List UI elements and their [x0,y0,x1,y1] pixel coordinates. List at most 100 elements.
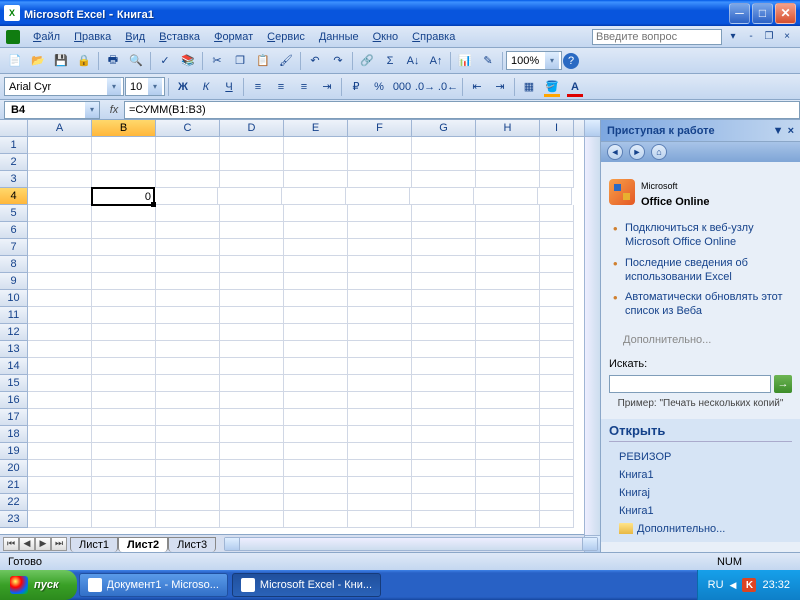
cell-A23[interactable] [28,511,92,528]
comma-style-icon[interactable]: 000 [391,76,413,98]
row-header-17[interactable]: 17 [0,409,28,426]
cell-A1[interactable] [28,137,92,154]
cell-A15[interactable] [28,375,92,392]
currency-icon[interactable]: ₽ [345,76,367,98]
cell-I18[interactable] [540,426,574,443]
font-name-combo[interactable]: Arial Cyr▾ [4,77,124,96]
paste-icon[interactable]: 📋 [252,50,274,72]
cell-E15[interactable] [284,375,348,392]
recent-file-link[interactable]: Книга1 [619,466,792,484]
cell-G9[interactable] [412,273,476,290]
cell-C13[interactable] [156,341,220,358]
cell-D15[interactable] [220,375,284,392]
cell-E3[interactable] [284,171,348,188]
cell-E17[interactable] [284,409,348,426]
autosum-icon[interactable]: Σ [379,50,401,72]
insert-function-button[interactable]: fx [104,104,124,116]
cell-E18[interactable] [284,426,348,443]
cell-G17[interactable] [412,409,476,426]
cell-I11[interactable] [540,307,574,324]
cell-H2[interactable] [476,154,540,171]
row-header-4[interactable]: 4 [0,188,28,205]
row-header-20[interactable]: 20 [0,460,28,477]
cell-E7[interactable] [284,239,348,256]
cell-B16[interactable] [92,392,156,409]
cell-F14[interactable] [348,358,412,375]
cell-H12[interactable] [476,324,540,341]
taskbar-app-button[interactable]: Документ1 - Microso... [79,573,228,597]
row-header-16[interactable]: 16 [0,392,28,409]
percent-icon[interactable]: % [368,76,390,98]
cell-F2[interactable] [348,154,412,171]
cell-I5[interactable] [540,205,574,222]
cell-A19[interactable] [28,443,92,460]
underline-icon[interactable]: Ч [218,76,240,98]
col-header-E[interactable]: E [284,120,348,136]
cell-I21[interactable] [540,477,574,494]
permissions-icon[interactable]: 🔒 [73,50,95,72]
cell-B21[interactable] [92,477,156,494]
cell-C10[interactable] [156,290,220,307]
cell-C4[interactable] [154,188,218,205]
menu-Данные[interactable]: Данные [312,29,366,45]
cell-C17[interactable] [156,409,220,426]
cell-G21[interactable] [412,477,476,494]
cell-C22[interactable] [156,494,220,511]
increase-decimal-icon[interactable]: .0→ [414,76,436,98]
tab-last-button[interactable]: ⏭ [51,537,67,551]
cell-G8[interactable] [412,256,476,273]
menu-Файл[interactable]: Файл [26,29,67,45]
cell-F11[interactable] [348,307,412,324]
cell-A5[interactable] [28,205,92,222]
cell-D2[interactable] [220,154,284,171]
recent-file-link[interactable]: Книга1 [619,502,792,520]
cell-D6[interactable] [220,222,284,239]
cell-F3[interactable] [348,171,412,188]
clock[interactable]: 23:32 [762,579,790,591]
cell-E1[interactable] [284,137,348,154]
cell-E20[interactable] [284,460,348,477]
col-header-F[interactable]: F [348,120,412,136]
cell-G6[interactable] [412,222,476,239]
cell-A6[interactable] [28,222,92,239]
cell-F15[interactable] [348,375,412,392]
cell-C5[interactable] [156,205,220,222]
print-preview-icon[interactable]: 🔍 [125,50,147,72]
cell-I16[interactable] [540,392,574,409]
cell-I4[interactable] [538,188,572,205]
task-pane-home-icon[interactable]: ⌂ [651,144,667,160]
cell-G7[interactable] [412,239,476,256]
menu-Окно[interactable]: Окно [366,29,406,45]
cell-F6[interactable] [348,222,412,239]
cell-I13[interactable] [540,341,574,358]
cell-G20[interactable] [412,460,476,477]
col-header-G[interactable]: G [412,120,476,136]
cell-E23[interactable] [284,511,348,528]
cell-C14[interactable] [156,358,220,375]
cell-I9[interactable] [540,273,574,290]
cell-I2[interactable] [540,154,574,171]
cell-H5[interactable] [476,205,540,222]
cell-B15[interactable] [92,375,156,392]
ask-question-input[interactable] [592,29,722,45]
cell-C16[interactable] [156,392,220,409]
mdi-close-button[interactable]: × [780,30,794,44]
row-header-10[interactable]: 10 [0,290,28,307]
cell-B19[interactable] [92,443,156,460]
sheet-tab-Лист2[interactable]: Лист2 [118,537,168,552]
cell-A2[interactable] [28,154,92,171]
row-header-7[interactable]: 7 [0,239,28,256]
task-pane-back-icon[interactable]: ◄ [607,144,623,160]
select-all-corner[interactable] [0,120,28,136]
start-button[interactable]: пуск [0,570,77,600]
row-header-21[interactable]: 21 [0,477,28,494]
row-header-14[interactable]: 14 [0,358,28,375]
cell-F23[interactable] [348,511,412,528]
cell-C1[interactable] [156,137,220,154]
cell-B13[interactable] [92,341,156,358]
font-size-combo[interactable]: 10▾ [125,77,165,96]
cell-F8[interactable] [348,256,412,273]
cell-F19[interactable] [348,443,412,460]
cell-A21[interactable] [28,477,92,494]
decrease-decimal-icon[interactable]: .0← [437,76,459,98]
